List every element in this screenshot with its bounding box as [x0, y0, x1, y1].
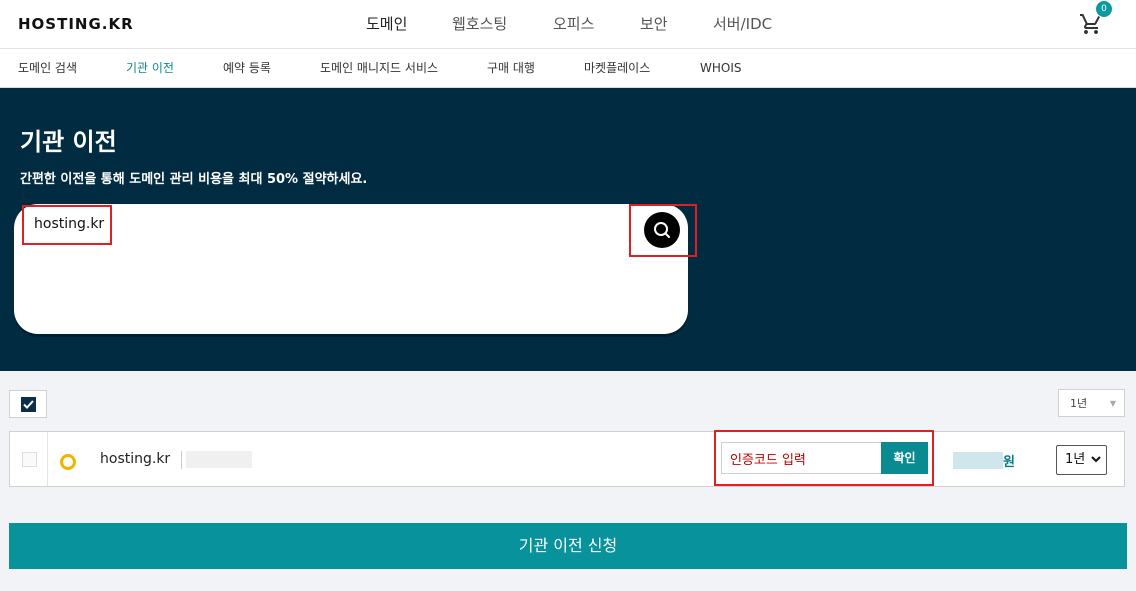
- year-select-all-value: 1년: [1070, 397, 1088, 410]
- cart-count-badge: 0: [1096, 1, 1112, 17]
- row-checkbox[interactable]: [22, 452, 37, 467]
- domain-name: hosting.kr: [100, 451, 171, 467]
- hero-section: 기관 이전 간편한 이전을 통해 도메인 관리 비용을 최대 50% 절약하세요…: [0, 88, 1136, 371]
- divider: [47, 432, 48, 486]
- sub-menu-managed-service[interactable]: 도메인 매니지드 서비스: [320, 49, 438, 87]
- status-circle-icon: [60, 454, 76, 470]
- sub-menu-domain-search[interactable]: 도메인 검색: [18, 49, 77, 87]
- table-row: hosting.kr 인증코드 입력 확인 원 1년: [9, 431, 1125, 487]
- sub-menu-reservation[interactable]: 예약 등록: [223, 49, 271, 87]
- main-menu-security[interactable]: 보안: [640, 0, 668, 48]
- main-menu-domain[interactable]: 도메인: [366, 0, 407, 48]
- sub-menu-registrar-transfer[interactable]: 기관 이전: [126, 49, 174, 87]
- transfer-submit-button[interactable]: 기관 이전 신청: [9, 523, 1127, 569]
- top-navigation: HOSTING.KR 도메인 웹호스팅 오피스 보안 서버/IDC 0: [0, 0, 1136, 49]
- main-menu-server-idc[interactable]: 서버/IDC: [713, 0, 772, 48]
- sub-navigation: 도메인 검색 기관 이전 예약 등록 도메인 매니지드 서비스 구매 대행 마켓…: [0, 49, 1136, 88]
- year-select-value: 1년: [1065, 452, 1086, 467]
- highlight-search-input: [22, 205, 112, 245]
- page-title: 기관 이전: [20, 128, 117, 156]
- price-unit: 원: [1003, 455, 1015, 470]
- main-menu-webhosting[interactable]: 웹호스팅: [452, 0, 507, 48]
- chevron-down-icon: [1091, 456, 1101, 463]
- domain-search-box[interactable]: hosting.kr: [14, 204, 688, 334]
- year-select[interactable]: 1년: [1056, 445, 1107, 475]
- masked-info: [186, 451, 252, 468]
- caret-down-icon: ▼: [1109, 399, 1116, 408]
- sub-menu-whois[interactable]: WHOIS: [700, 49, 742, 87]
- masked-price: [953, 452, 1003, 469]
- select-all-checkbox[interactable]: [9, 390, 47, 418]
- divider: [181, 451, 182, 469]
- sub-menu-purchase-agency[interactable]: 구매 대행: [487, 49, 535, 87]
- highlight-auth-code: [714, 430, 934, 486]
- highlight-search-button: [629, 204, 697, 257]
- sub-menu-marketplace[interactable]: 마켓플레이스: [584, 49, 650, 87]
- check-icon: [21, 397, 36, 412]
- main-menu-office[interactable]: 오피스: [553, 0, 594, 48]
- site-logo[interactable]: HOSTING.KR: [18, 15, 134, 33]
- year-select-all[interactable]: 1년 ▼: [1058, 389, 1125, 417]
- page-subtitle: 간편한 이전을 통해 도메인 관리 비용을 최대 50% 절약하세요.: [20, 172, 368, 187]
